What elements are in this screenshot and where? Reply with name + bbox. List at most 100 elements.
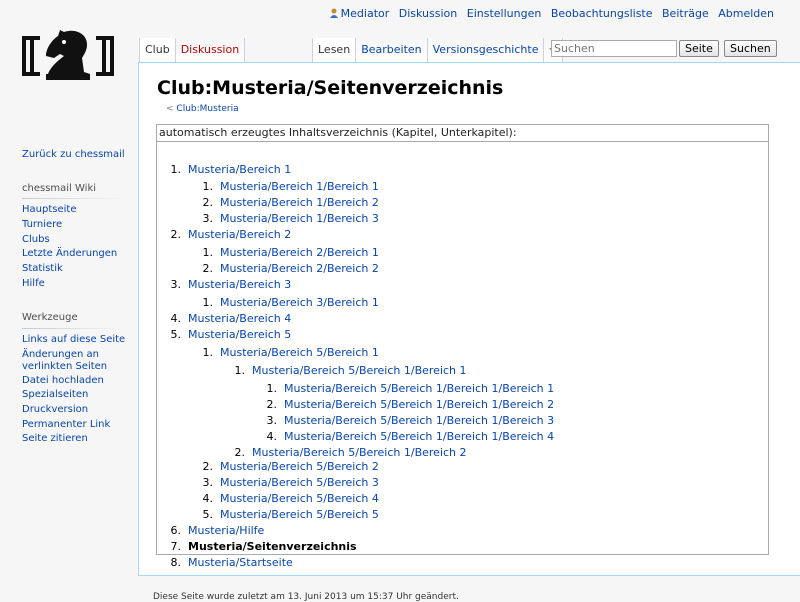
back-to-chessmail-link[interactable]: Zurück zu chessmail: [22, 149, 125, 161]
toc-item-link[interactable]: Musteria/Bereich 1/Bereich 2: [220, 196, 379, 209]
sidebar-item-special-pages[interactable]: Spezialseiten: [22, 389, 88, 401]
toc-item-link[interactable]: Musteria/Bereich 2/Bereich 2: [220, 262, 379, 275]
preferences-link[interactable]: Einstellungen: [467, 7, 542, 20]
toc-item-number: 1.: [202, 346, 214, 359]
contributions-link[interactable]: Beiträge: [662, 7, 709, 20]
footer-last-modified: Diese Seite wurde zuletzt am 13. Juni 20…: [153, 592, 459, 602]
portal-divider: [22, 328, 126, 329]
toc-item: 3. Musteria/Bereich 1/Bereich 3: [193, 212, 379, 226]
toc-item-number: 1.: [266, 382, 278, 395]
toc-item-number: 3.: [266, 414, 278, 427]
toc-item-link[interactable]: Musteria/Bereich 5/Bereich 1: [220, 346, 379, 359]
toc-item-number: 3.: [202, 212, 214, 225]
toc-item-link[interactable]: Musteria/Bereich 2/Bereich 1: [220, 246, 379, 259]
toc-item: 4. Musteria/Bereich 5/Bereich 4: [193, 492, 379, 506]
toc-item-number: 5.: [170, 328, 182, 341]
sidebar-item-main-page[interactable]: Hauptseite: [22, 204, 76, 216]
sidebar-item-label: Änderungen an: [22, 349, 99, 360]
toc-item-link[interactable]: Musteria/Startseite: [188, 556, 293, 569]
search-button[interactable]: Suchen: [724, 40, 777, 57]
sidebar-item-recent-changes[interactable]: Letzte Änderungen: [22, 248, 117, 260]
toc-item-link[interactable]: Musteria/Bereich 3: [188, 278, 291, 291]
logout-link[interactable]: Abmelden: [718, 7, 774, 20]
toc-item-number: 2.: [202, 262, 214, 275]
search-input[interactable]: [551, 40, 677, 57]
toc-item-number: 4.: [202, 492, 214, 505]
toc-item-link[interactable]: Musteria/Bereich 5/Bereich 3: [220, 476, 379, 489]
sidebar-item-related-changes[interactable]: Änderungen an verlinkten Seiten: [22, 349, 107, 373]
toc-item-link[interactable]: Musteria/Bereich 1: [188, 163, 291, 176]
tab-club[interactable]: Club: [139, 38, 175, 62]
toc-item: 3. Musteria/Bereich 3: [161, 278, 292, 292]
toc-item-link[interactable]: Musteria/Bereich 4: [188, 312, 291, 325]
toc-item-link[interactable]: Musteria/Bereich 5/Bereich 1/Bereich 1/B…: [284, 398, 554, 411]
toc-item: 2. Musteria/Bereich 2/Bereich 2: [193, 262, 379, 276]
sidebar-item-upload[interactable]: Datei hochladen: [22, 375, 104, 387]
toc-item: 1. Musteria/Bereich 2/Bereich 1: [193, 246, 379, 260]
toc-item-link[interactable]: Musteria/Bereich 5/Bereich 2: [220, 460, 379, 473]
toc-item-link[interactable]: Musteria/Bereich 1/Bereich 3: [220, 212, 379, 225]
sidebar-item-cite[interactable]: Seite zitieren: [22, 433, 88, 445]
sidebar-item-label: verlinkten Seiten: [22, 361, 108, 372]
toc-item-link[interactable]: Musteria/Bereich 5/Bereich 1/Bereich 2: [252, 446, 467, 459]
toc-item-link[interactable]: Musteria/Bereich 1/Bereich 1: [220, 180, 379, 193]
toc-item-number: 3.: [202, 476, 214, 489]
personal-tools: Mediator Diskussion Einstellungen Beobac…: [324, 7, 774, 21]
tab-discussion[interactable]: Diskussion: [174, 38, 246, 62]
sidebar-item-permalink[interactable]: Permanenter Link: [22, 419, 110, 431]
toc-item: 2. Musteria/Bereich 1/Bereich 2: [193, 196, 379, 210]
toc-item-number: 1.: [170, 163, 182, 176]
toc-item-number: 7.: [170, 540, 182, 553]
tools-portal-heading: Werkzeuge: [22, 312, 78, 323]
breadcrumb: < Club:Musteria: [166, 104, 239, 114]
toc-item-number: 6.: [170, 524, 182, 537]
sidebar-item-statistics[interactable]: Statistik: [22, 263, 63, 275]
tab-read[interactable]: Lesen: [312, 38, 356, 62]
toc-item: 3. Musteria/Bereich 5/Bereich 3: [193, 476, 379, 490]
toc-item-number: 2.: [202, 196, 214, 209]
toc-heading: automatisch erzeugtes Inhaltsverzeichnis…: [157, 125, 768, 142]
go-button[interactable]: Seite: [679, 40, 719, 57]
site-logo[interactable]: [20, 28, 116, 84]
tab-history[interactable]: Versionsgeschichte: [426, 38, 544, 62]
toc-item-number: 8.: [170, 556, 182, 569]
toc-item: 2. Musteria/Bereich 5/Bereich 1/Bereich 2: [225, 446, 467, 460]
toc-item-link[interactable]: Musteria/Bereich 5/Bereich 1/Bereich 1/B…: [284, 430, 554, 443]
breadcrumb-link[interactable]: Club:Musteria: [176, 104, 238, 114]
toc-item-link[interactable]: Musteria/Bereich 2: [188, 228, 291, 241]
sidebar-item-print[interactable]: Druckversion: [22, 404, 88, 416]
toc-item-number: 1.: [202, 296, 214, 309]
toc-item: 3. Musteria/Bereich 5/Bereich 1/Bereich 1…: [257, 414, 555, 428]
toc-item-link[interactable]: Musteria/Bereich 5/Bereich 1/Bereich 1/B…: [284, 414, 554, 427]
toc-item-number: 2.: [266, 398, 278, 411]
toc-item-current: Musteria/Seitenverzeichnis: [188, 540, 357, 553]
toc-item: 4. Musteria/Bereich 5/Bereich 1/Bereich 1…: [257, 430, 555, 444]
toc-item: 1. Musteria/Bereich 5/Bereich 1/Bereich 1: [225, 364, 467, 378]
toc-item: 1. Musteria/Bereich 3/Bereich 1: [193, 296, 379, 310]
sidebar-item-help[interactable]: Hilfe: [22, 278, 45, 290]
toc-item: 2. Musteria/Bereich 5/Bereich 1/Bereich 1…: [257, 398, 555, 412]
toc-item-link[interactable]: Musteria/Bereich 5/Bereich 1/Bereich 1: [252, 364, 467, 377]
watchlist-link[interactable]: Beobachtungsliste: [551, 7, 653, 20]
tab-edit[interactable]: Bearbeiten: [355, 38, 427, 62]
toc-item-link[interactable]: Musteria/Bereich 5/Bereich 4: [220, 492, 379, 505]
sidebar-item-clubs[interactable]: Clubs: [22, 234, 50, 246]
personal-user-link[interactable]: Mediator: [329, 7, 393, 20]
toc-item-link[interactable]: Musteria/Hilfe: [188, 524, 264, 537]
page-title: Club:Musteria/Seitenverzeichnis: [157, 77, 504, 99]
toc-item-number: 2.: [234, 446, 246, 459]
user-name: Mediator: [340, 7, 390, 20]
toc-item: 5. Musteria/Bereich 5/Bereich 5: [193, 508, 379, 522]
content-area: Club:Musteria/Seitenverzeichnis < Club:M…: [138, 62, 800, 576]
toc-item-link[interactable]: Musteria/Bereich 5/Bereich 5: [220, 508, 379, 521]
toc-item-link[interactable]: Musteria/Bereich 3/Bereich 1: [220, 296, 379, 309]
toc-item: 1. Musteria/Bereich 1: [161, 163, 292, 177]
toc-item: 7. Musteria/Seitenverzeichnis: [161, 540, 357, 554]
toc-item: 4. Musteria/Bereich 4: [161, 312, 292, 326]
toc-item: 5. Musteria/Bereich 5: [161, 328, 292, 342]
toc-item-link[interactable]: Musteria/Bereich 5/Bereich 1/Bereich 1/B…: [284, 382, 554, 395]
sidebar-item-what-links-here[interactable]: Links auf diese Seite: [22, 334, 125, 346]
toc-item-link[interactable]: Musteria/Bereich 5: [188, 328, 291, 341]
sidebar-item-tournaments[interactable]: Turniere: [22, 219, 62, 231]
personal-talk-link[interactable]: Diskussion: [399, 7, 457, 20]
